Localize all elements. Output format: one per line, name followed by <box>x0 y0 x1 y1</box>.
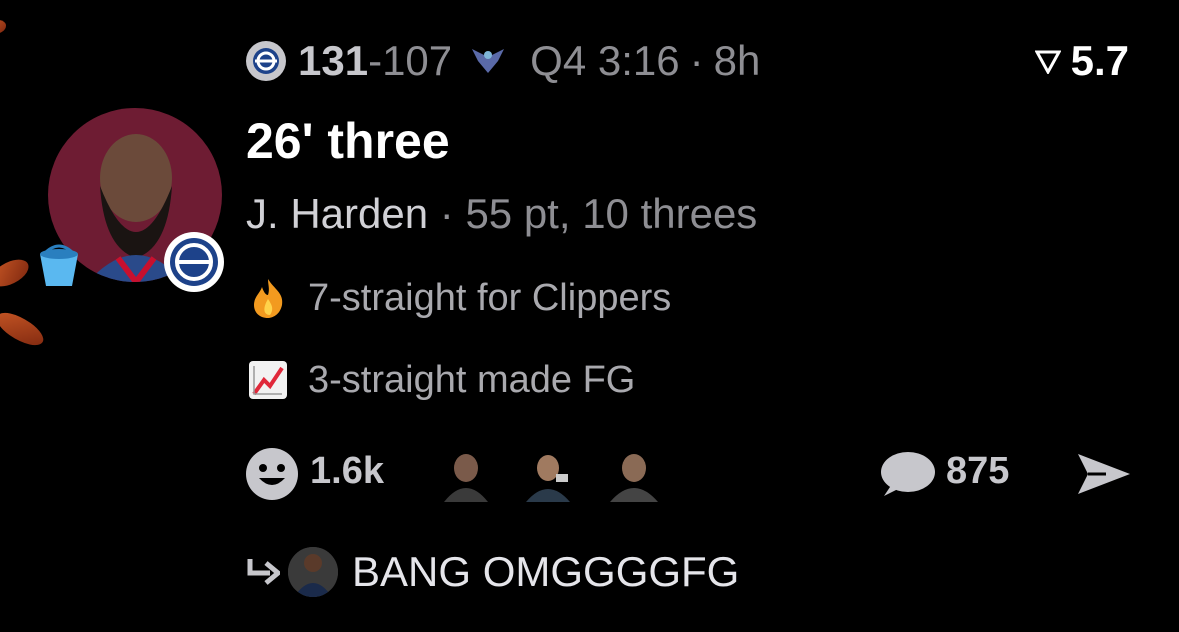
home-score: 131 <box>298 37 369 84</box>
hornets-logo-icon <box>470 37 506 85</box>
fire-sprite-icon <box>0 305 48 353</box>
reply-arrow-icon <box>247 559 280 585</box>
chart-up-emoji-icon <box>246 358 290 402</box>
comment-bubble-icon[interactable] <box>878 450 936 500</box>
streak-item: 3-straight made FG <box>246 358 635 402</box>
share-send-icon[interactable] <box>1076 452 1132 496</box>
score-dash: - <box>368 37 383 84</box>
reply-text: BANG OMGGGGFG <box>352 548 740 595</box>
streak-text: 7-straight for Clippers <box>308 276 672 319</box>
rating[interactable]: 5.7 <box>1034 36 1129 86</box>
top-reply[interactable]: BANG OMGGGGFG <box>246 542 739 602</box>
game-score-line[interactable]: 131 - 107 Q4 3:16 · 8h <box>246 36 760 86</box>
comment-count[interactable]: 875 <box>946 450 1009 493</box>
player-stats: 55 pt, 10 threes <box>465 190 758 237</box>
play-title: 26' three <box>246 113 450 169</box>
rating-value: 5.7 <box>1070 37 1129 84</box>
fire-emoji-icon <box>246 276 290 320</box>
player-name[interactable]: J. Harden <box>246 190 428 237</box>
separator-dot: · <box>689 37 704 84</box>
post-age: 8h <box>713 37 761 84</box>
player-line[interactable]: J. Harden · 55 pt, 10 threes <box>246 190 757 238</box>
bucket-icon <box>36 244 82 288</box>
separator-dot: · <box>439 190 454 237</box>
clippers-logo-icon <box>246 41 286 81</box>
streak-text: 3-straight made FG <box>308 358 636 401</box>
reaction-gif-thumbnail[interactable] <box>522 448 578 502</box>
fire-sprite-icon <box>0 20 6 34</box>
streak-item: 7-straight for Clippers <box>246 276 671 320</box>
reply-user-avatar[interactable] <box>288 547 338 597</box>
game-clock: Q4 3:16 <box>530 37 680 84</box>
reaction-count[interactable]: 1.6k <box>310 450 384 493</box>
rating-arrow-icon <box>1034 50 1061 74</box>
reaction-gif-thumbnail[interactable] <box>438 448 494 502</box>
fire-sprite-icon <box>0 255 33 291</box>
actions-bar: 1.6k 875 <box>244 446 1134 502</box>
away-score: 107 <box>382 37 453 84</box>
clippers-logo-icon <box>164 232 224 292</box>
reaction-smiley-icon[interactable] <box>244 446 300 502</box>
reaction-gif-thumbnail[interactable] <box>606 448 662 502</box>
